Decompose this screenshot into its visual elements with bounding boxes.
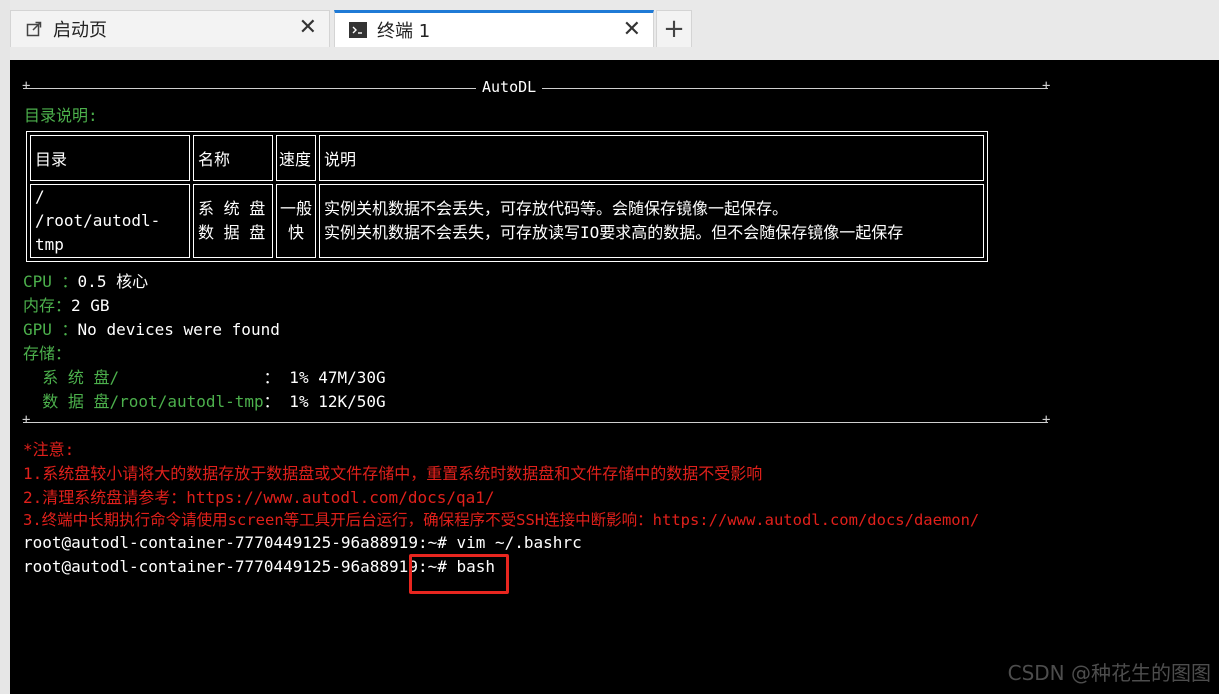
info-gpu: GPU ：No devices were found: [23, 316, 280, 340]
cell-line: 一般: [279, 199, 312, 218]
note-line: 3.终端中长期执行命令请使用screen等工具开后台运行，确保程序不受SSH连接…: [23, 511, 980, 529]
rule-corner: +: [22, 412, 31, 428]
cell-line: /: [35, 187, 45, 206]
table-row: / /root/autodl-tmp 系 统 盘 数 据 盘 一般 快 实例关机…: [30, 184, 984, 258]
info-label: CPU ：: [23, 272, 78, 291]
cell-line: 数 据 盘: [198, 223, 266, 242]
watermark: CSDN @种花生的图图: [1007, 661, 1211, 685]
storage-value: ： 1% 47M/30G: [263, 368, 386, 387]
info-cpu: CPU ：0.5 核心: [23, 268, 148, 292]
rule-corner: +: [1042, 412, 1051, 428]
shell-command: vim ~/.bashrc: [446, 533, 582, 552]
command-line: root@autodl-container-7770449125-96a8891…: [23, 533, 582, 552]
banner-title: AutoDL: [476, 78, 543, 96]
cell-line: 实例关机数据不会丢失，可存放代码等。会随保存镜像一起保存。: [324, 199, 789, 218]
table-cell-speed: 一般 快: [276, 184, 316, 258]
tab-terminal-label: 终端 1: [377, 21, 431, 42]
storage-value: ： 1% 12K/50G: [263, 392, 386, 411]
table-header: 速度: [276, 135, 316, 181]
dir-heading: 目录说明:: [24, 106, 98, 125]
external-link-icon: [25, 20, 43, 38]
table-header: 名称: [193, 135, 273, 181]
tab-terminal-1[interactable]: 终端 1 ✕: [334, 10, 654, 47]
shell-prompt: root@autodl-container-7770449125-96a8891…: [23, 533, 447, 552]
note-line: 1.系统盘较小请将大的数据存放于数据盘或文件存储中，重置系统时数据盘和文件存储中…: [23, 464, 763, 483]
cell-line: 系 统 盘: [198, 199, 266, 218]
window-left-edge: [0, 0, 10, 694]
info-value: 0.5 核心: [77, 272, 149, 291]
close-tab-terminal-icon[interactable]: ✕: [623, 18, 641, 42]
rule-corner: +: [22, 78, 31, 94]
table-cell-desc: 实例关机数据不会丢失，可存放代码等。会随保存镜像一起保存。 实例关机数据不会丢失…: [319, 184, 984, 258]
terminal-output[interactable]: + + AutoDL 目录说明: 目录 名称 速度 说明 / /root/aut…: [10, 60, 1219, 694]
close-tab-launcher-icon[interactable]: ✕: [299, 16, 317, 40]
tab-launcher[interactable]: 启动页 ✕: [10, 10, 330, 47]
info-value: 2 GB: [71, 296, 110, 315]
shell-prompt: root@autodl-container-7770449125-96a8891…: [23, 557, 447, 576]
note-heading: *注意:: [23, 440, 75, 459]
info-label: GPU ：: [23, 320, 78, 339]
directory-table: 目录 名称 速度 说明 / /root/autodl-tmp 系 统 盘 数 据…: [26, 131, 988, 262]
table-cell-dir: / /root/autodl-tmp: [30, 184, 190, 258]
info-storage: 存储：: [23, 340, 71, 364]
tab-bar: 启动页 ✕ 终端 1 ✕ +: [10, 0, 1219, 60]
table-header: 目录: [30, 135, 190, 181]
info-memory: 内存：2 GB: [23, 292, 110, 316]
info-value: No devices were found: [77, 320, 280, 339]
rule-corner: +: [1042, 78, 1051, 94]
info-label: 内存：: [23, 296, 72, 315]
tab-launcher-label: 启动页: [53, 20, 107, 41]
note-line: 2.清理系统盘请参考：https://www.autodl.com/docs/q…: [23, 488, 495, 507]
cell-line: 实例关机数据不会丢失，可存放读写IO要求高的数据。但不会随保存镜像一起保存: [324, 223, 904, 242]
table-header: 说明: [319, 135, 984, 181]
table-cell-name: 系 统 盘 数 据 盘: [193, 184, 273, 258]
info-label: 存储：: [23, 344, 72, 363]
storage-label: 数 据 盘/root/autodl-tmp: [23, 392, 264, 411]
terminal-icon: [349, 21, 367, 39]
storage-label: 系 统 盘/: [23, 368, 264, 387]
banner-bottom-rule: [23, 422, 1048, 423]
cell-line: 快: [287, 223, 304, 242]
cell-line: /root/autodl-tmp: [35, 211, 161, 254]
add-tab-button[interactable]: +: [656, 10, 692, 47]
storage-system-disk: 系 统 盘/ ： 1% 47M/30G: [23, 364, 386, 388]
storage-data-disk: 数 据 盘/root/autodl-tmp： 1% 12K/50G: [23, 388, 386, 412]
highlight-annotation-box: [409, 554, 509, 594]
